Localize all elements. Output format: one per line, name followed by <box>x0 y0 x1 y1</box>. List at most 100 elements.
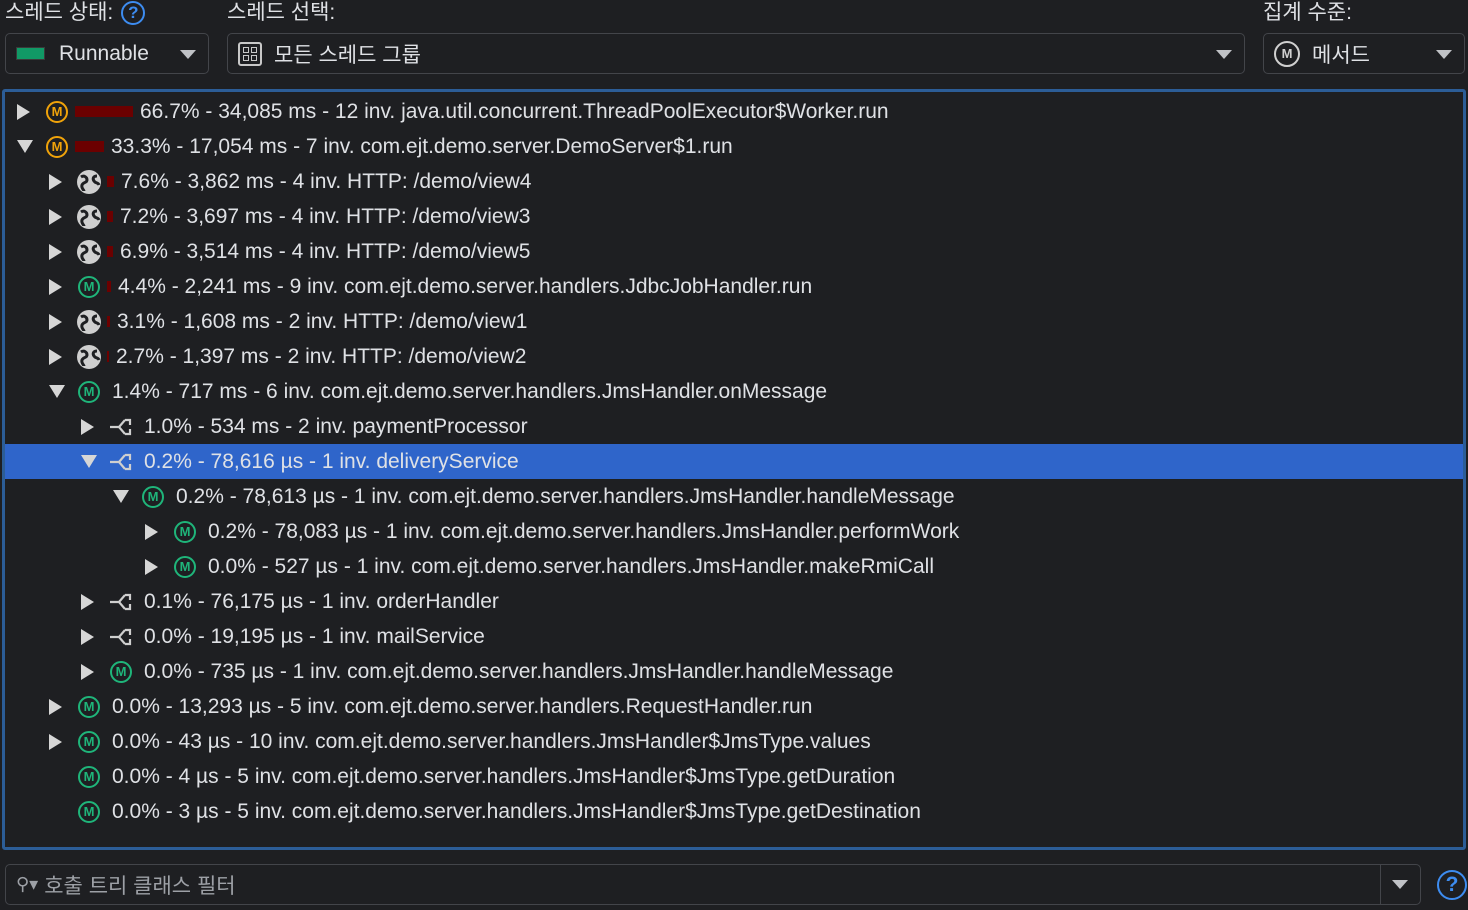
globe-icon <box>76 204 102 230</box>
thread-select-label: 스레드 선택: <box>227 1 336 24</box>
tree-row-label: 0.2% - 78,613 µs - 1 inv. com.ejt.demo.s… <box>176 484 955 508</box>
expand-arrow-icon[interactable] <box>81 628 94 645</box>
tree-row-label: 0.2% - 78,616 µs - 1 inv. deliveryServic… <box>144 449 519 473</box>
call-tree[interactable]: M 66.7% - 34,085 ms - 12 inv. java.util.c… <box>2 89 1466 850</box>
tree-row[interactable]: M 1.4% - 717 ms - 6 inv. com.ejt.demo.ser… <box>5 374 1463 409</box>
percentage-bar <box>107 316 110 327</box>
thread-status-dropdown[interactable]: Runnable <box>5 33 209 74</box>
tree-row[interactable]: 6.9% - 3,514 ms - 4 inv. HTTP: /demo/vie… <box>5 234 1463 269</box>
tree-row-label: 0.0% - 527 µs - 1 inv. com.ejt.demo.serv… <box>208 554 934 578</box>
tree-row[interactable]: 7.2% - 3,697 ms - 4 inv. HTTP: /demo/vie… <box>5 199 1463 234</box>
expand-arrow-icon[interactable] <box>81 663 94 680</box>
tree-row-label: 3.1% - 1,608 ms - 2 inv. HTTP: /demo/vie… <box>117 309 528 333</box>
method-green-icon: M <box>76 764 102 790</box>
expand-arrow-icon[interactable] <box>81 593 94 610</box>
thread-select-value: 모든 스레드 그룹 <box>274 43 421 67</box>
chevron-down-icon <box>1436 50 1452 59</box>
method-green-icon: M <box>172 519 198 545</box>
method-green-icon: M <box>172 554 198 580</box>
percentage-bar <box>75 141 104 152</box>
thread-group-icon <box>238 41 262 66</box>
tree-row-label: 0.0% - 13,293 µs - 5 inv. com.ejt.demo.s… <box>112 694 813 718</box>
tree-row-label: 66.7% - 34,085 ms - 12 inv. java.util.co… <box>140 99 889 123</box>
method-green-icon: M <box>108 659 134 685</box>
expand-arrow-icon[interactable] <box>49 278 62 295</box>
expand-arrow-icon[interactable] <box>17 103 30 120</box>
method-green-icon: M <box>76 799 102 825</box>
runnable-color-swatch <box>16 47 45 60</box>
expand-arrow-icon[interactable] <box>81 418 94 435</box>
tree-row-label: 6.9% - 3,514 ms - 4 inv. HTTP: /demo/vie… <box>120 239 531 263</box>
tree-row[interactable]: M 0.0% - 527 µs - 1 inv. com.ejt.demo.ser… <box>5 549 1463 584</box>
help-icon[interactable]: ? <box>1437 870 1467 900</box>
expand-arrow-icon[interactable] <box>49 348 62 365</box>
globe-icon <box>76 169 102 195</box>
globe-icon <box>76 239 102 265</box>
percentage-bar <box>107 246 113 257</box>
tree-row-label: 0.0% - 3 µs - 5 inv. com.ejt.demo.server… <box>112 799 921 823</box>
tree-row[interactable]: M 0.0% - 735 µs - 1 inv. com.ejt.demo.ser… <box>5 654 1463 689</box>
tree-row[interactable]: 3.1% - 1,608 ms - 2 inv. HTTP: /demo/vie… <box>5 304 1463 339</box>
tree-row-label: 2.7% - 1,397 ms - 2 inv. HTTP: /demo/vie… <box>116 344 527 368</box>
tree-row[interactable]: M 0.2% - 78,613 µs - 1 inv. com.ejt.demo.… <box>5 479 1463 514</box>
tree-row[interactable]: 0.1% - 76,175 µs - 1 inv. orderHandler <box>5 584 1463 619</box>
tree-row[interactable]: M 0.2% - 78,083 µs - 1 inv. com.ejt.demo.… <box>5 514 1463 549</box>
tree-row[interactable]: 2.7% - 1,397 ms - 2 inv. HTTP: /demo/vie… <box>5 339 1463 374</box>
tree-row[interactable]: M 0.0% - 13,293 µs - 5 inv. com.ejt.demo.… <box>5 689 1463 724</box>
jms-icon <box>108 589 134 615</box>
chevron-down-icon <box>1216 50 1232 59</box>
tree-row[interactable]: M 0.0% - 3 µs - 5 inv. com.ejt.demo.serve… <box>5 794 1463 829</box>
tree-row[interactable]: 1.0% - 534 ms - 2 inv. paymentProcessor <box>5 409 1463 444</box>
jms-icon <box>108 449 134 475</box>
method-orange-icon: M <box>44 99 70 125</box>
filter-history-dropdown[interactable] <box>1380 865 1420 904</box>
tree-row-label: 0.1% - 76,175 µs - 1 inv. orderHandler <box>144 589 499 613</box>
tree-row[interactable]: 7.6% - 3,862 ms - 4 inv. HTTP: /demo/vie… <box>5 164 1463 199</box>
expand-arrow-icon[interactable] <box>49 313 62 330</box>
thread-status-label: 스레드 상태:? <box>5 0 146 26</box>
globe-icon <box>76 344 102 370</box>
globe-icon <box>76 309 102 335</box>
collapse-arrow-icon[interactable] <box>49 385 65 398</box>
tree-row-label: 1.0% - 534 ms - 2 inv. paymentProcessor <box>144 414 528 438</box>
tree-row[interactable]: M 4.4% - 2,241 ms - 9 inv. com.ejt.demo.s… <box>5 269 1463 304</box>
aggregation-value: 메서드 <box>1312 43 1370 67</box>
thread-status-label-text: 스레드 상태: <box>5 1 114 24</box>
filter-input[interactable]: ⚲▾ 호출 트리 클래스 필터 <box>5 864 1421 905</box>
collapse-arrow-icon[interactable] <box>81 455 97 468</box>
expand-arrow-icon[interactable] <box>145 558 158 575</box>
percentage-bar <box>107 211 113 222</box>
tree-row-label: 0.0% - 4 µs - 5 inv. com.ejt.demo.server… <box>112 764 896 788</box>
tree-row[interactable]: M 66.7% - 34,085 ms - 12 inv. java.util.c… <box>5 94 1463 129</box>
tree-row[interactable]: M 33.3% - 17,054 ms - 7 inv. com.ejt.demo… <box>5 129 1463 164</box>
chevron-down-icon <box>1392 880 1408 889</box>
tree-row[interactable]: M 0.0% - 43 µs - 10 inv. com.ejt.demo.ser… <box>5 724 1463 759</box>
expand-arrow-icon[interactable] <box>49 698 62 715</box>
tree-row-label: 0.2% - 78,083 µs - 1 inv. com.ejt.demo.s… <box>208 519 960 543</box>
thread-status-value: Runnable <box>59 41 149 65</box>
tree-row-label: 0.0% - 19,195 µs - 1 inv. mailService <box>144 624 485 648</box>
thread-select-dropdown[interactable]: 모든 스레드 그룹 <box>227 33 1245 74</box>
aggregation-dropdown[interactable]: M 메서드 <box>1263 33 1465 74</box>
aggregation-label: 집계 수준: <box>1263 1 1352 24</box>
method-green-icon: M <box>76 274 102 300</box>
percentage-bar <box>107 351 109 362</box>
expand-arrow-icon[interactable] <box>49 243 62 260</box>
tree-row-label: 1.4% - 717 ms - 6 inv. com.ejt.demo.serv… <box>112 379 828 403</box>
collapse-arrow-icon[interactable] <box>17 140 33 153</box>
method-green-icon: M <box>76 729 102 755</box>
collapse-arrow-icon[interactable] <box>113 490 129 503</box>
expand-arrow-icon[interactable] <box>145 523 158 540</box>
help-icon[interactable]: ? <box>121 1 146 26</box>
tree-row[interactable]: 0.0% - 19,195 µs - 1 inv. mailService <box>5 619 1463 654</box>
tree-row-label: 7.6% - 3,862 ms - 4 inv. HTTP: /demo/vie… <box>121 169 532 193</box>
expand-arrow-icon[interactable] <box>49 173 62 190</box>
chevron-down-icon <box>180 50 196 59</box>
expand-arrow-icon[interactable] <box>49 733 62 750</box>
tree-row[interactable]: 0.2% - 78,616 µs - 1 inv. deliveryServic… <box>5 444 1463 479</box>
expand-arrow-icon[interactable] <box>49 208 62 225</box>
tree-row[interactable]: M 0.0% - 4 µs - 5 inv. com.ejt.demo.serve… <box>5 759 1463 794</box>
jms-icon <box>108 414 134 440</box>
jms-icon <box>108 624 134 650</box>
tree-row-label: 4.4% - 2,241 ms - 9 inv. com.ejt.demo.se… <box>118 274 813 298</box>
